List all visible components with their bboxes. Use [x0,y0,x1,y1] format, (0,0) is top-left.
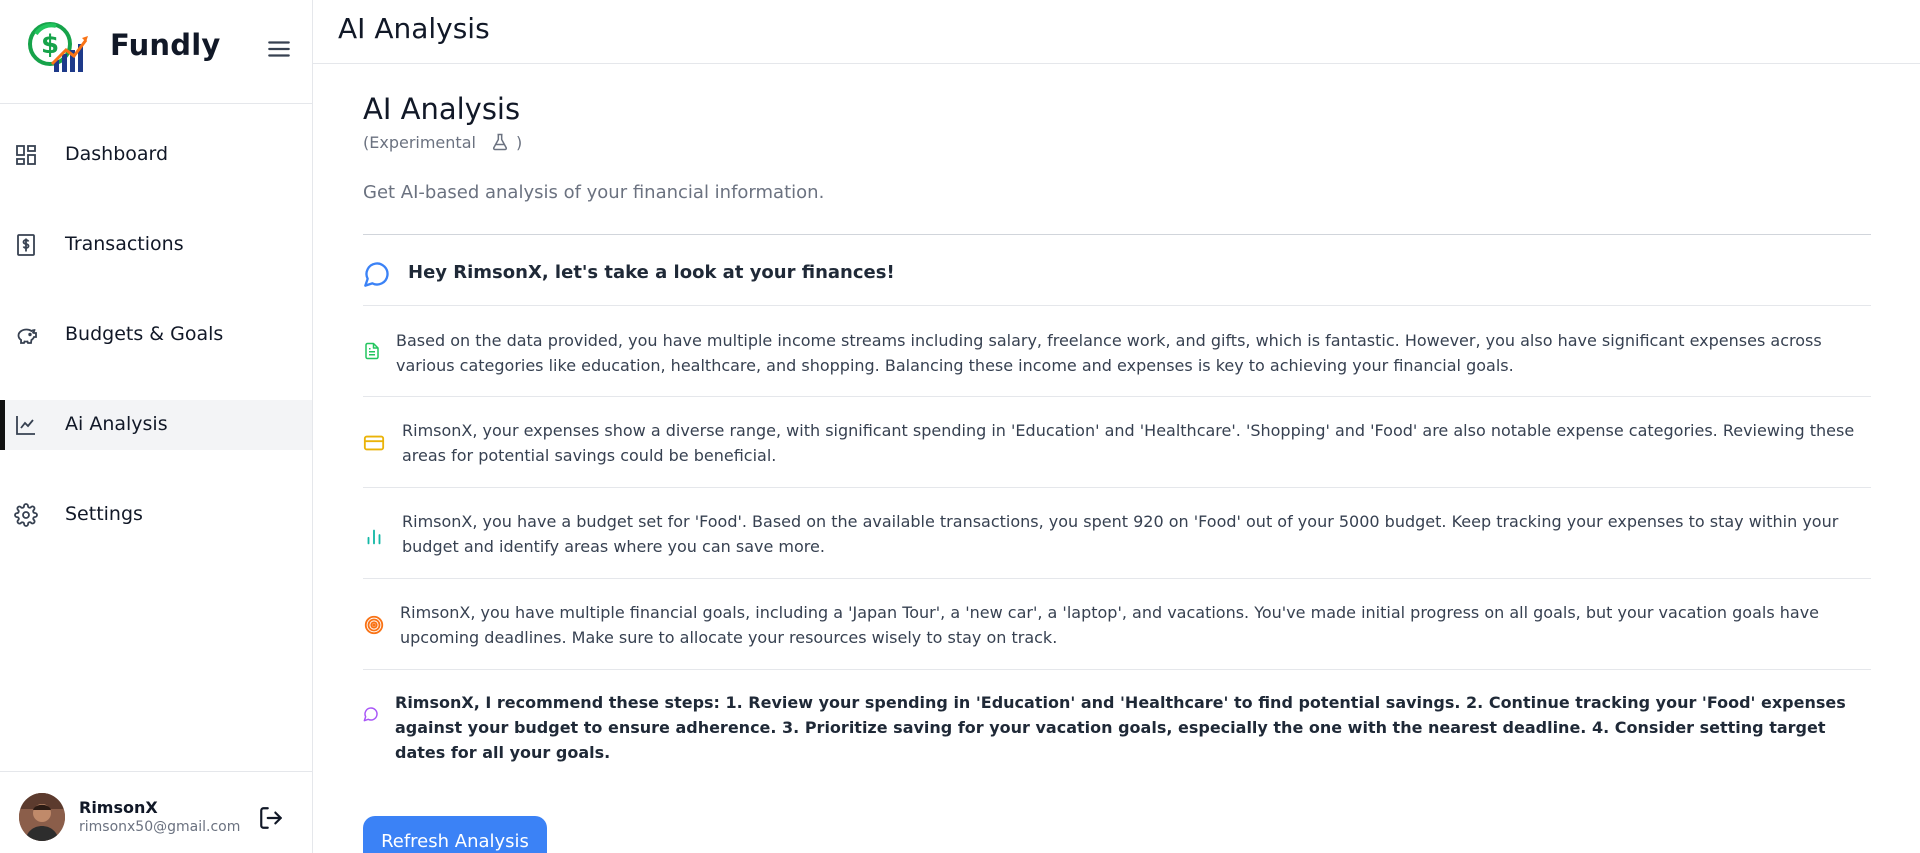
page-header-title: AI Analysis [338,12,490,45]
hamburger-menu-icon[interactable] [266,36,292,62]
user-email: rimsonx50@gmail.com [79,819,241,835]
experimental-close: ) [515,132,523,152]
target-icon [364,615,384,635]
sidebar-item-label: Ai Analysis [65,413,168,435]
recommendation-item: RimsonX, I recommend these steps: 1. Rev… [363,670,1871,762]
insight-text: RimsonX, your expenses show a diverse ra… [402,421,1855,465]
piggy-bank-icon [17,328,37,344]
gear-icon [14,503,38,527]
sidebar-item-dashboard[interactable]: Dashboard [0,130,312,180]
svg-text:$: $ [41,30,59,60]
greeting-text: Hey RimsonX, let's take a look at your f… [408,262,895,283]
chat-bubble-icon [363,707,378,722]
user-profile: RimsonX rimsonx50@gmail.com [0,771,312,853]
sidebar: $ Fundly Dashboard Transactions Budgets … [0,0,313,853]
credit-card-icon [363,435,385,451]
divider [363,234,1871,235]
sidebar-item-label: Settings [65,503,143,525]
avatar[interactable] [19,793,65,841]
fundly-logo-icon: $ [28,22,88,72]
flask-icon [492,133,507,151]
page-title: AI Analysis [363,92,521,126]
document-icon [365,342,379,360]
insight-item: Based on the data provided, you have mul… [363,306,1871,397]
refresh-analysis-button[interactable]: Refresh Analysis [363,816,547,853]
app-name: Fundly [110,28,221,62]
user-name: RimsonX [79,798,158,817]
line-chart-icon [16,416,35,435]
experimental-label: (Experimental [363,132,476,152]
dashboard-icon [16,145,36,165]
receipt-dollar-icon [17,234,35,256]
sidebar-item-transactions[interactable]: Transactions [0,220,312,270]
insight-item: RimsonX, you have multiple financial goa… [363,579,1871,670]
chat-bubble-icon [364,262,389,287]
top-bar: AI Analysis [313,0,1920,64]
insight-text: Based on the data provided, you have mul… [396,331,1822,375]
logout-icon[interactable] [258,805,284,831]
sidebar-item-budgets-goals[interactable]: Budgets & Goals [0,310,312,360]
avatar-image [19,793,65,841]
bar-chart-icon [367,529,381,545]
sidebar-item-settings[interactable]: Settings [0,490,312,540]
sidebar-item-label: Budgets & Goals [65,323,224,345]
sidebar-item-label: Transactions [65,233,184,255]
insight-text: RimsonX, you have a budget set for 'Food… [402,512,1839,556]
recommendation-text: RimsonX, I recommend these steps: 1. Rev… [395,693,1846,762]
main-content: AI Analysis (Experimental ) Get AI-based… [363,64,1871,853]
experimental-subtitle: (Experimental ) [363,132,522,152]
brand-header: $ Fundly [0,0,312,104]
sidebar-item-label: Dashboard [65,143,169,165]
insight-item: RimsonX, your expenses show a diverse ra… [363,397,1871,488]
insight-text: RimsonX, you have multiple financial goa… [400,603,1820,647]
greeting-row: Hey RimsonX, let's take a look at your f… [363,256,1871,306]
insight-item: RimsonX, you have a budget set for 'Food… [363,488,1871,579]
sidebar-item-ai-analysis[interactable]: Ai Analysis [0,400,312,450]
page-description: Get AI-based analysis of your financial … [363,182,825,203]
